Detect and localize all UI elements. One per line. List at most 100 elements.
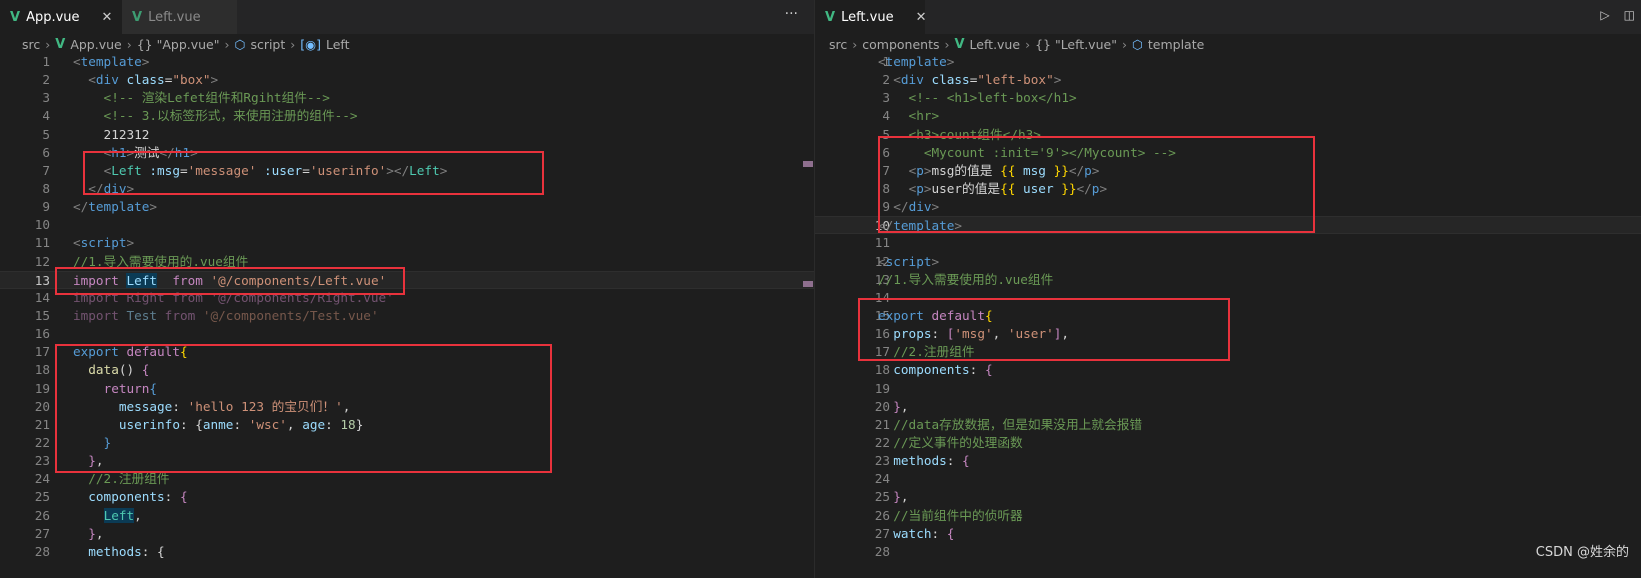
code-token: template — [885, 54, 947, 69]
code-token: > — [141, 54, 150, 69]
run-icon[interactable]: ▷ — [1600, 8, 1609, 22]
tab-app-vue[interactable]: V App.vue ✕ — [0, 0, 122, 34]
line-number: 23 — [34, 453, 50, 469]
line-number: 21 — [34, 416, 50, 432]
code-token: : { — [141, 543, 165, 559]
line-number: 9 — [42, 199, 50, 215]
code-token: div — [900, 72, 924, 88]
code-line[interactable]: 1 <template> — [0, 53, 814, 71]
line-number: 19 — [34, 380, 50, 396]
code-text: <template> — [73, 53, 149, 71]
code-line[interactable]: 21 //data存放数据，但是如果没用上就会报错 — [815, 416, 1641, 434]
breadcrumb-object[interactable]: {} "App.vue" — [137, 37, 220, 52]
code-token: class — [923, 72, 970, 88]
line-number: 12 — [34, 253, 50, 269]
more-actions-icon[interactable]: ··· — [785, 6, 798, 22]
code-token: { — [984, 362, 993, 378]
breadcrumb-src[interactable]: src — [22, 37, 40, 52]
line-number: 16 — [34, 326, 50, 342]
code-line[interactable]: 3 <!-- <h1>left-box</h1> — [815, 89, 1641, 107]
code-text: //定义事件的处理函数 — [878, 434, 1022, 452]
code-line[interactable]: 19 — [815, 380, 1641, 398]
breadcrumb-script[interactable]: script — [250, 37, 285, 52]
breadcrumb-file[interactable]: App.vue — [70, 37, 121, 52]
line-number: 11 — [874, 235, 890, 251]
code-text: 212312 — [73, 126, 150, 144]
code-token: components — [88, 489, 165, 505]
code-editor[interactable]: 1 <template> 2 <div class="box"> 3 <!-- 渲染L… — [0, 53, 814, 561]
code-line[interactable]: 1 <template> — [815, 53, 1641, 71]
code-line[interactable]: 20 }, — [815, 398, 1641, 416]
code-line[interactable]: 15 import Test from '@/components/Test.vu… — [0, 307, 814, 325]
code-line[interactable]: 12 <script> — [815, 253, 1641, 271]
code-token: > — [931, 253, 940, 269]
breadcrumb-components[interactable]: components — [862, 37, 939, 52]
code-line[interactable]: 11 <script> — [0, 234, 814, 252]
breadcrumb-src[interactable]: src — [829, 37, 847, 52]
code-line[interactable]: 18 components: { — [815, 361, 1641, 379]
line-number: 22 — [34, 434, 50, 450]
scrollbar-marker[interactable] — [803, 281, 813, 287]
breadcrumb-file[interactable]: Left.vue — [970, 37, 1021, 52]
code-token: <!-- 3.以标签形式，来使用注册的组件--> — [73, 108, 358, 124]
vue-file-icon: V — [55, 36, 66, 52]
code-line[interactable]: 4 <!-- 3.以标签形式，来使用注册的组件--> — [0, 107, 814, 125]
code-text: <script> — [878, 253, 939, 271]
code-text: <div class="box"> — [73, 71, 218, 89]
code-token: methods — [88, 543, 142, 559]
chevron-right-icon: › — [944, 36, 950, 52]
code-token: : — [164, 489, 180, 505]
code-text: <script> — [73, 234, 134, 252]
code-line[interactable]: 25 }, — [815, 488, 1641, 506]
code-line[interactable]: 26 Left, — [0, 507, 814, 525]
code-token: > — [1053, 72, 1062, 88]
code-line[interactable]: 27 watch: { — [815, 525, 1641, 543]
breadcrumb-object[interactable]: {} "Left.vue" — [1035, 37, 1117, 52]
code-token: , — [900, 489, 909, 505]
code-line[interactable]: 10 — [0, 216, 814, 234]
code-line[interactable]: 23 methods: { — [815, 452, 1641, 470]
tab-left-vue[interactable]: V Left.vue ✕ — [815, 0, 927, 34]
code-token: } — [878, 398, 901, 414]
highlight-box — [878, 136, 1315, 233]
code-token: Test — [126, 307, 158, 323]
code-line[interactable]: 2 <div class="left-box"> — [815, 71, 1641, 89]
code-line[interactable]: 5 212312 — [0, 126, 814, 144]
code-line[interactable]: 28 methods: { — [0, 543, 814, 561]
code-line[interactable]: 25 components: { — [0, 488, 814, 506]
line-number: 26 — [34, 507, 50, 523]
code-line[interactable]: 27 }, — [0, 525, 814, 543]
scrollbar-marker[interactable] — [803, 161, 813, 167]
split-editor-icon[interactable]: ◫ — [1624, 8, 1635, 22]
code-text: }, — [878, 398, 908, 416]
code-text: <!-- 渲染Lefet组件和Rgiht组件--> — [73, 89, 330, 107]
code-line[interactable]: 26 //当前组件中的侦听器 — [815, 507, 1641, 525]
code-line[interactable]: 4 <hr> — [815, 107, 1641, 125]
code-line[interactable]: 2 <div class="box"> — [0, 71, 814, 89]
code-text: components: { — [878, 361, 993, 379]
code-token: template — [88, 199, 150, 215]
code-line[interactable]: 24 — [815, 470, 1641, 488]
breadcrumb-symbol[interactable]: Left — [326, 37, 350, 52]
code-line[interactable]: 3 <!-- 渲染Lefet组件和Rgiht组件--> — [0, 89, 814, 107]
code-token: components — [893, 362, 970, 378]
code-line[interactable]: 13//1.导入需要使用的.vue组件 — [815, 271, 1641, 289]
breadcrumb: src › V App.vue › {} "App.vue" › ⬡ script › [◉… — [22, 34, 349, 54]
code-line[interactable]: 9 </template> — [0, 198, 814, 216]
close-icon[interactable]: ✕ — [102, 10, 113, 25]
close-icon[interactable]: ✕ — [916, 10, 927, 25]
code-line[interactable]: 28 — [815, 543, 1641, 561]
code-line[interactable]: 22 //定义事件的处理函数 — [815, 434, 1641, 452]
breadcrumb-template[interactable]: template — [1148, 37, 1204, 52]
tab-label: Left.vue — [841, 9, 894, 25]
tab-left-vue[interactable]: V Left.vue — [122, 0, 237, 34]
code-text: </template> — [73, 198, 157, 216]
code-line[interactable]: 11 — [815, 234, 1641, 252]
code-token: from — [157, 307, 203, 323]
code-line[interactable]: 16 — [0, 325, 814, 343]
code-text: methods: { — [73, 543, 165, 561]
